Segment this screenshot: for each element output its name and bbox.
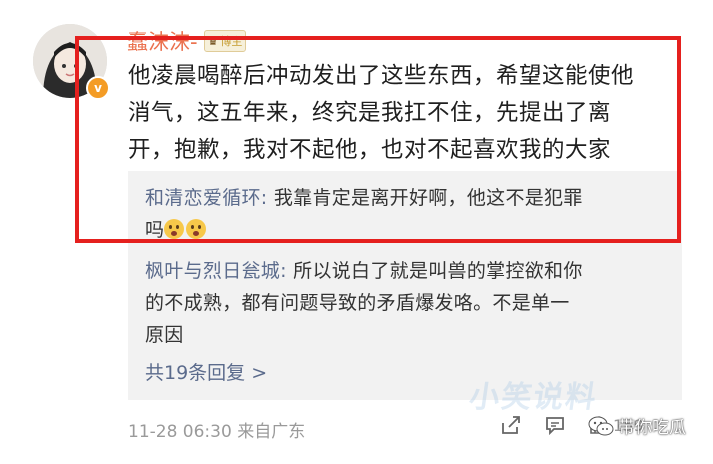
share-icon[interactable] (500, 414, 522, 436)
reply-line: 枫叶与烈日瓮城: 所以说白了就是叫兽的掌控欲和你 (145, 255, 665, 287)
reply-item[interactable]: 枫叶与烈日瓮城: 所以说白了就是叫兽的掌控欲和你 的不成熟，都有问题导致的矛盾爆… (145, 255, 665, 351)
comment-location: 来自广东 (237, 422, 306, 442)
more-replies-link[interactable]: 共19条回复 > (145, 358, 267, 385)
highlight-annotation-box (75, 36, 681, 243)
reply-line: 的不成熟，都有问题导致的矛盾爆发咯。不是单一 (145, 292, 570, 314)
wechat-account-name: 带你吃瓜 (618, 418, 686, 438)
comment-icon[interactable] (544, 414, 566, 436)
watermark: 小笑说料 (467, 380, 600, 415)
reply-author[interactable]: 枫叶与烈日瓮城: (145, 260, 287, 282)
reply-line: 原因 (145, 324, 184, 346)
reply-text: 所以说白了就是叫兽的掌控欲和你 (293, 260, 583, 282)
wechat-account-watermark: 带你吃瓜 (588, 413, 686, 438)
comment-time: 11-28 06:30 (128, 422, 232, 442)
wechat-icon (588, 416, 614, 435)
comment-meta: 11-28 06:30 来自广东 (128, 417, 305, 442)
